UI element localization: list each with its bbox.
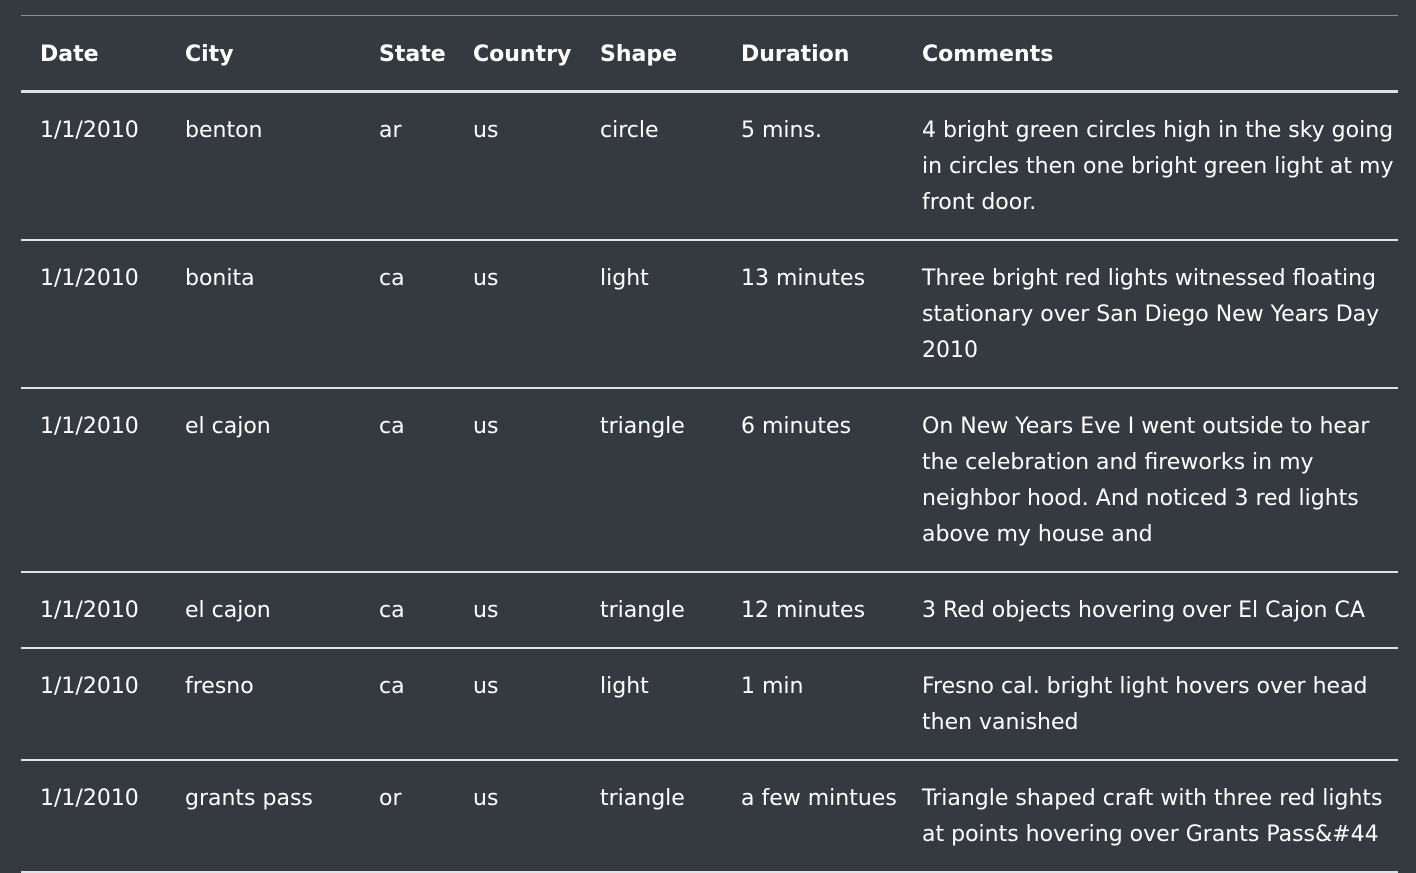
cell-duration: 13 minutes [741, 266, 866, 291]
header-state[interactable]: State [360, 16, 454, 92]
cell-city: el cajon [185, 598, 271, 623]
cell-shape: triangle [600, 786, 685, 811]
table-row: 1/1/2010 benton ar us circle 5 mins. 4 b… [21, 92, 1398, 240]
cell-state: ca [379, 598, 405, 623]
cell-shape: light [600, 266, 649, 291]
cell-country: us [473, 414, 499, 439]
cell-city: benton [185, 118, 263, 143]
cell-shape: circle [600, 118, 659, 143]
table-row: 1/1/2010 el cajon ca us triangle 6 minut… [21, 388, 1398, 572]
cell-comments: 3 Red objects hovering over El Cajon CA [922, 598, 1365, 623]
ufo-sightings-table-container: Date City State Country Shape Duration C… [21, 15, 1398, 873]
cell-duration: 6 minutes [741, 414, 852, 439]
table-body: 1/1/2010 benton ar us circle 5 mins. 4 b… [21, 92, 1398, 872]
cell-shape: light [600, 674, 649, 699]
cell-comments: 4 bright green circles high in the sky g… [922, 118, 1394, 215]
header-shape[interactable]: Shape [581, 16, 722, 92]
header-city[interactable]: City [166, 16, 360, 92]
cell-date: 1/1/2010 [40, 414, 139, 439]
table-row: 1/1/2010 fresno ca us light 1 min Fresno… [21, 648, 1398, 760]
cell-shape: triangle [600, 598, 685, 623]
cell-duration: 12 minutes [741, 598, 866, 623]
cell-comments: Three bright red lights witnessed floati… [922, 266, 1380, 363]
cell-duration: 1 min [741, 674, 804, 699]
cell-city: el cajon [185, 414, 271, 439]
header-row: Date City State Country Shape Duration C… [21, 15, 1398, 92]
cell-comments: Fresno cal. bright light hovers over hea… [922, 674, 1368, 735]
cell-state: ca [379, 266, 405, 291]
cell-country: us [473, 786, 499, 811]
cell-country: us [473, 118, 499, 143]
cell-date: 1/1/2010 [40, 118, 139, 143]
cell-comments: Triangle shaped craft with three red lig… [922, 786, 1383, 847]
cell-duration: 5 mins. [741, 118, 822, 143]
header-date[interactable]: Date [21, 16, 166, 92]
cell-state: ar [379, 118, 402, 143]
header-duration[interactable]: Duration [722, 16, 903, 92]
header-comments[interactable]: Comments [903, 16, 1398, 92]
cell-date: 1/1/2010 [40, 266, 139, 291]
cell-state: ca [379, 674, 405, 699]
cell-comments: On New Years Eve I went outside to hear … [922, 414, 1370, 547]
cell-date: 1/1/2010 [40, 598, 139, 623]
cell-state: or [379, 786, 402, 811]
cell-city: grants pass [185, 786, 313, 811]
cell-state: ca [379, 414, 405, 439]
cell-country: us [473, 598, 499, 623]
cell-shape: triangle [600, 414, 685, 439]
cell-city: bonita [185, 266, 255, 291]
cell-country: us [473, 674, 499, 699]
cell-date: 1/1/2010 [40, 786, 139, 811]
cell-duration: a few mintues [741, 786, 897, 811]
table-row: 1/1/2010 bonita ca us light 13 minutes T… [21, 240, 1398, 388]
table-row: 1/1/2010 grants pass or us triangle a fe… [21, 760, 1398, 872]
cell-date: 1/1/2010 [40, 674, 139, 699]
cell-city: fresno [185, 674, 254, 699]
ufo-sightings-table: Date City State Country Shape Duration C… [21, 15, 1398, 873]
table-row: 1/1/2010 el cajon ca us triangle 12 minu… [21, 572, 1398, 648]
table-header: Date City State Country Shape Duration C… [21, 15, 1398, 92]
cell-country: us [473, 266, 499, 291]
header-country[interactable]: Country [454, 16, 581, 92]
